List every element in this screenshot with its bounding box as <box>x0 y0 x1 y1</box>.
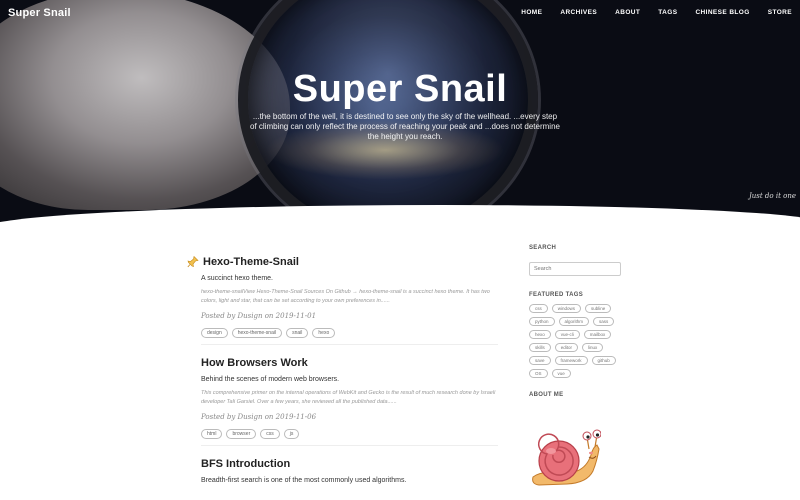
featured-tag[interactable]: github <box>591 356 616 365</box>
tag-chip[interactable]: css <box>260 429 280 439</box>
post-tags: design hexo-theme-snail snail hexo <box>201 328 498 338</box>
featured-tag[interactable]: vue <box>551 369 571 378</box>
search-heading: SEARCH <box>529 245 557 251</box>
featured-tag[interactable]: windows <box>551 304 582 313</box>
featured-tag[interactable]: vue-cli <box>554 330 580 339</box>
featured-tag[interactable]: OS <box>529 369 548 378</box>
featured-tag[interactable]: editor <box>554 343 579 352</box>
sidebar: SEARCH FEATURED TAGS css windows subline… <box>529 245 621 404</box>
featured-tag[interactable]: algorithm <box>558 317 590 326</box>
post-meta: Posted by Dusign on 2019-11-01 <box>201 312 317 320</box>
pin-icon <box>187 255 199 268</box>
featured-tag[interactable]: sass <box>593 317 615 326</box>
featured-tag[interactable]: python <box>529 317 555 326</box>
featured-tag[interactable]: linux <box>582 343 604 352</box>
site-brand-link[interactable]: Super Snail <box>8 7 71 19</box>
featured-tag[interactable]: css <box>529 304 548 313</box>
post-title[interactable]: Hexo-Theme-Snail <box>203 256 299 268</box>
top-nav: HOME ARCHIVES ABOUT TAGS CHINESE BLOG ST… <box>521 9 792 16</box>
post-title-row[interactable]: Hexo-Theme-Snail <box>187 255 498 268</box>
nav-archives[interactable]: ARCHIVES <box>560 9 597 16</box>
post-excerpt: hexo-theme-snailView Hexo-Theme-Snail So… <box>201 289 490 304</box>
hero-signature: Just do it one <box>748 192 796 200</box>
post-subtitle: Behind the scenes of modern web browsers… <box>201 376 340 383</box>
post-excerpt: This comprehensive primer on the interna… <box>201 390 496 405</box>
featured-tag[interactable]: save <box>529 356 551 365</box>
tag-chip[interactable]: snail <box>286 328 309 338</box>
featured-tag[interactable]: mailbox <box>583 330 612 339</box>
post-subtitle: Breadth-first search is one of the most … <box>201 477 407 484</box>
nav-store[interactable]: STORE <box>768 9 792 16</box>
post-meta: Posted by Dusign on 2019-11-06 <box>201 413 317 421</box>
post-title[interactable]: BFS Introduction <box>201 458 290 470</box>
tag-chip[interactable]: browser <box>226 429 257 439</box>
post-item: BFS Introduction Breadth-first search is… <box>201 458 498 490</box>
snail-mascot-image <box>531 427 602 489</box>
tag-chip[interactable]: html <box>201 429 223 439</box>
featured-tag[interactable]: subline <box>585 304 612 313</box>
search-input[interactable] <box>529 262 621 276</box>
nav-tags[interactable]: TAGS <box>658 9 677 16</box>
tag-chip[interactable]: design <box>201 328 228 338</box>
post-tags: html browser css js <box>201 429 498 439</box>
featured-tag[interactable]: hexo <box>529 330 551 339</box>
featured-tag[interactable]: skills <box>529 343 551 352</box>
featured-tags-heading: FEATURED TAGS <box>529 292 584 298</box>
post-item: Hexo-Theme-Snail A succinct hexo theme. … <box>187 255 498 345</box>
post-title[interactable]: How Browsers Work <box>201 357 308 369</box>
featured-tag[interactable]: framework <box>554 356 588 365</box>
tag-chip[interactable]: hexo-theme-snail <box>231 328 283 338</box>
post-item: How Browsers Work Behind the scenes of m… <box>201 357 498 446</box>
hero-title: Super Snail <box>292 68 508 110</box>
hero-subtitle: ...the bottom of the well, it is destine… <box>250 112 560 141</box>
nav-chinese-blog[interactable]: CHINESE BLOG <box>695 9 749 16</box>
tag-chip[interactable]: js <box>283 429 300 439</box>
post-title-row[interactable]: How Browsers Work <box>201 357 498 369</box>
post-subtitle: A succinct hexo theme. <box>201 275 273 282</box>
hero-banner: Super Snail HOME ARCHIVES ABOUT TAGS CHI… <box>0 0 800 225</box>
post-title-row[interactable]: BFS Introduction <box>201 458 498 470</box>
tag-chip[interactable]: hexo <box>312 328 336 338</box>
post-list: Hexo-Theme-Snail A succinct hexo theme. … <box>187 250 498 500</box>
nav-home[interactable]: HOME <box>521 9 542 16</box>
nav-about[interactable]: ABOUT <box>615 9 640 16</box>
featured-tags: css windows subline python algorithm sas… <box>529 304 621 378</box>
about-me-heading: ABOUT ME <box>529 392 564 398</box>
